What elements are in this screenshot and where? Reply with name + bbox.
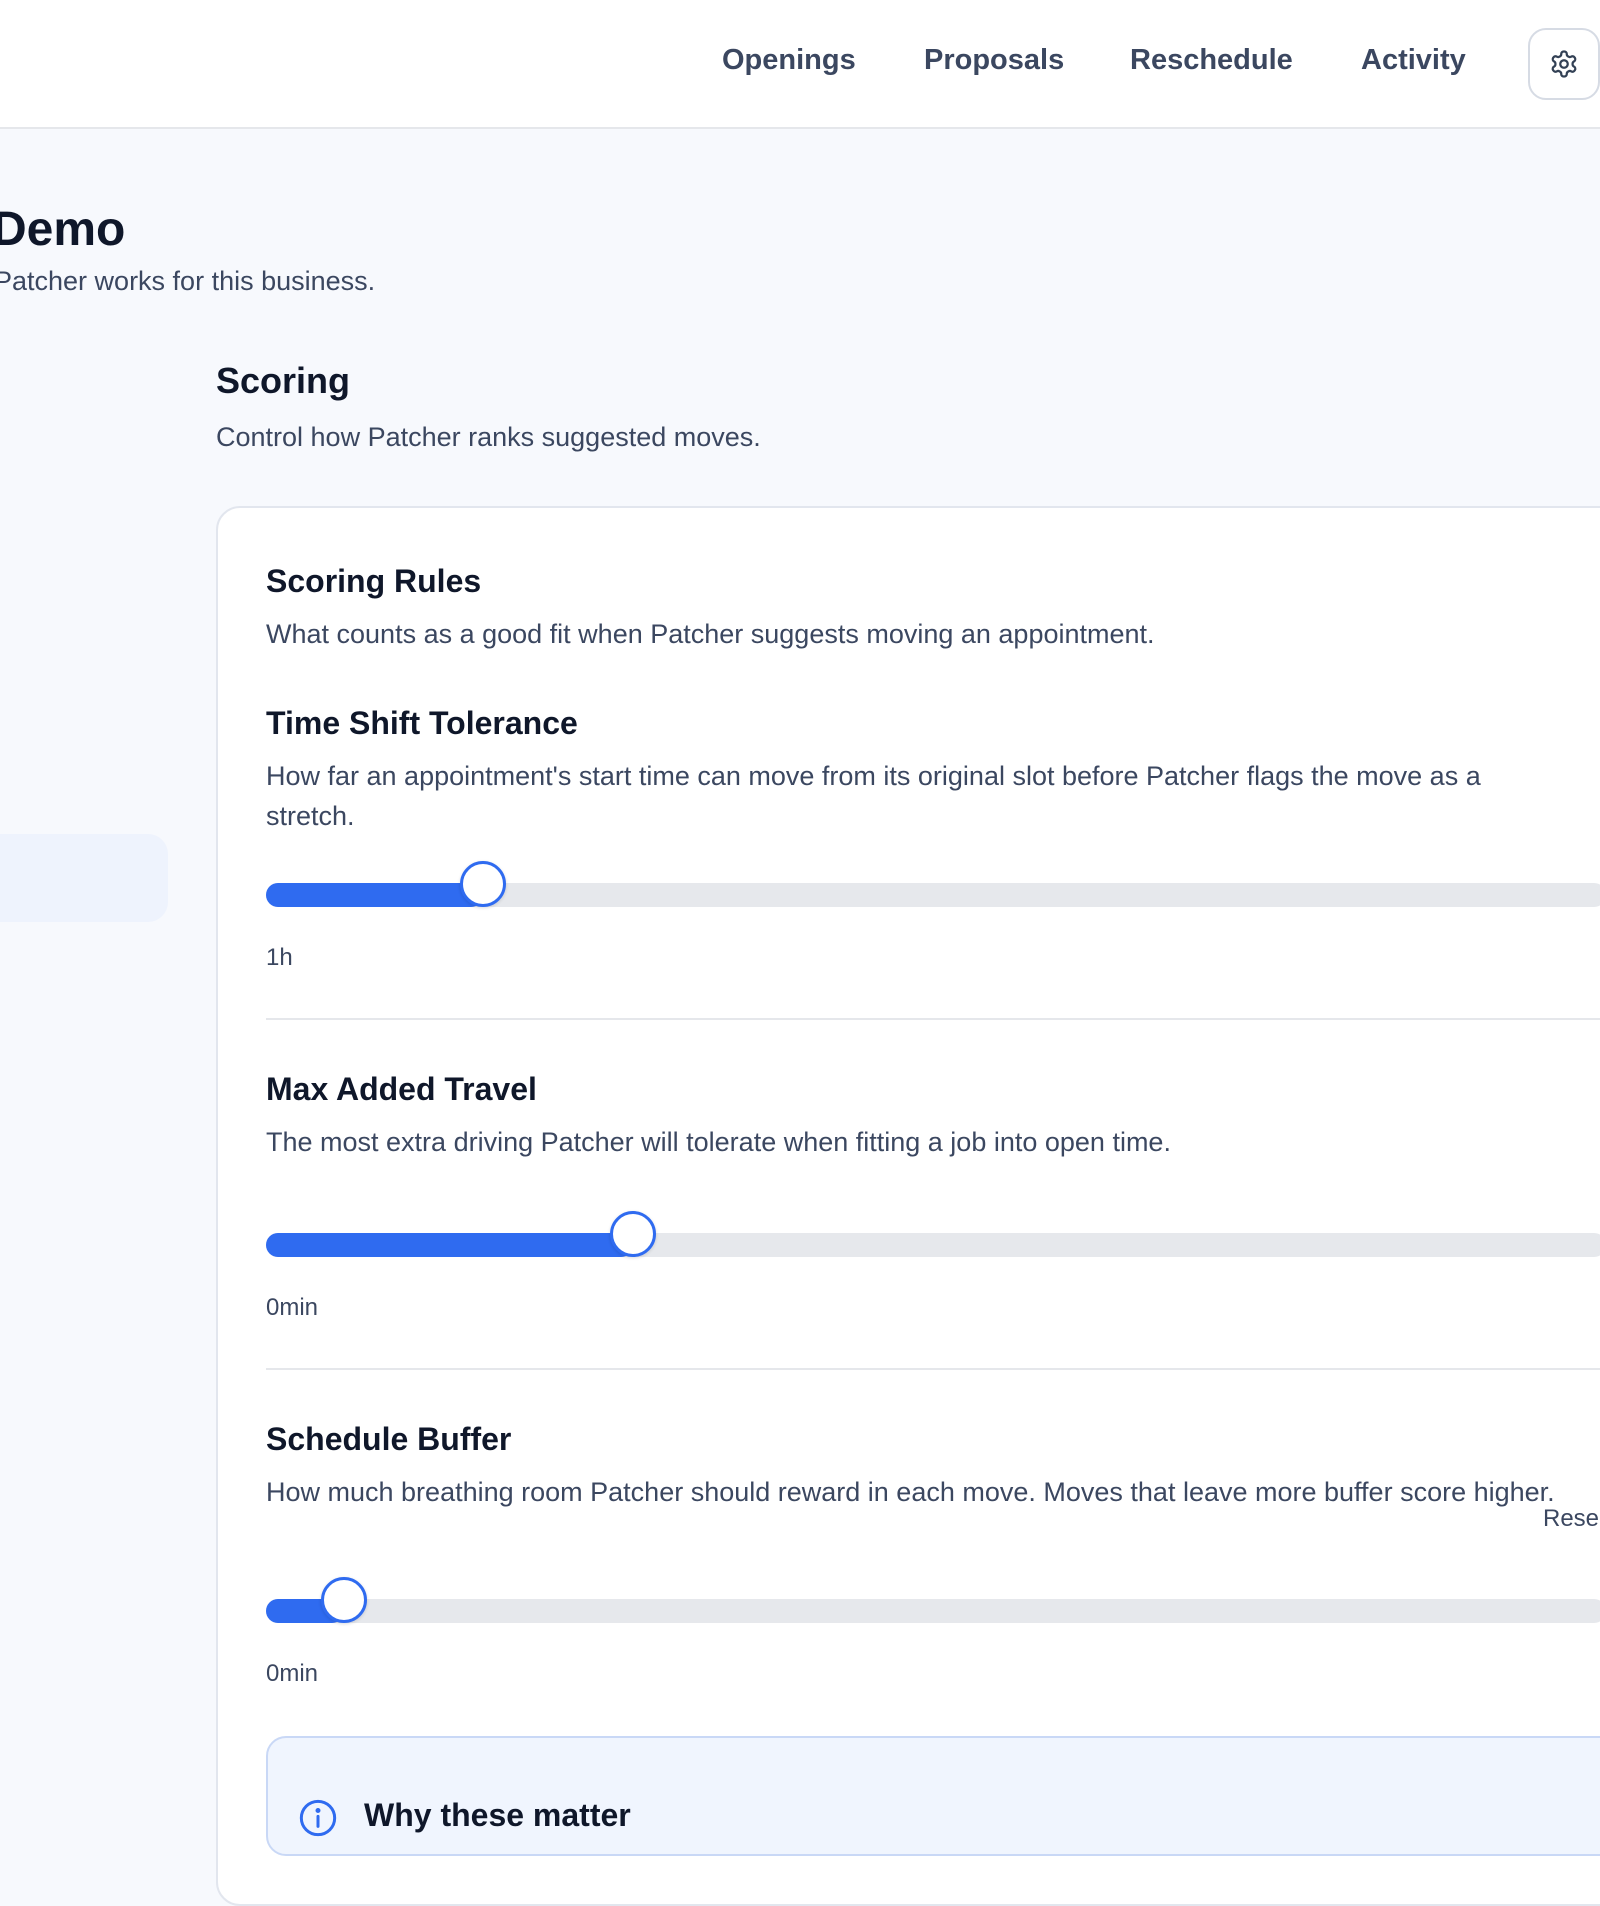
- max-added-travel-value: 0min: [266, 1294, 319, 1321]
- reset-button[interactable]: Rese: [1543, 1505, 1599, 1533]
- time-shift-tolerance-slider[interactable]: [266, 861, 1600, 907]
- slider-thumb[interactable]: [610, 1211, 657, 1257]
- schedule-buffer-description: How much breathing room Patcher should r…: [266, 1477, 1555, 1507]
- time-shift-tolerance-description: How far an appointment's start time can …: [266, 761, 1481, 831]
- sidebar-active-item[interactable]: [0, 834, 168, 922]
- slider-fill: [266, 1233, 634, 1257]
- schedule-buffer-title: Schedule Buffer: [266, 1421, 512, 1457]
- info-icon: [299, 1799, 337, 1837]
- nav-activity[interactable]: Activity: [1361, 44, 1466, 77]
- schedule-buffer-value: 0min: [266, 1660, 319, 1687]
- page-title: Demo: [0, 203, 126, 256]
- gear-icon: [1551, 50, 1577, 78]
- schedule-buffer-slider[interactable]: [266, 1577, 1600, 1623]
- max-added-travel-description: The most extra driving Patcher will tole…: [266, 1127, 1171, 1157]
- slider-track: [266, 1599, 1600, 1623]
- page-subtitle: Patcher works for this business.: [0, 266, 376, 296]
- max-added-travel-slider[interactable]: [266, 1211, 1600, 1257]
- why-these-matter-box: [266, 1736, 1600, 1856]
- max-added-travel-title: Max Added Travel: [266, 1071, 537, 1107]
- divider: [266, 1018, 1600, 1020]
- section-description: Control how Patcher ranks suggested move…: [216, 422, 761, 452]
- nav-reschedule[interactable]: Reschedule: [1130, 44, 1293, 77]
- slider-thumb[interactable]: [460, 861, 507, 907]
- slider-fill: [266, 883, 484, 907]
- settings-button[interactable]: [1528, 28, 1600, 100]
- divider: [266, 1368, 1600, 1370]
- time-shift-tolerance-value: 1h: [266, 944, 293, 971]
- time-shift-tolerance-title: Time Shift Tolerance: [266, 705, 578, 741]
- card-description: What counts as a good fit when Patcher s…: [266, 619, 1155, 649]
- nav-proposals[interactable]: Proposals: [924, 44, 1064, 77]
- slider-thumb[interactable]: [320, 1577, 367, 1623]
- section-title: Scoring: [216, 360, 351, 401]
- nav-openings[interactable]: Openings: [722, 44, 856, 77]
- top-navigation-bar: Openings Proposals Reschedule Activity: [0, 0, 1600, 129]
- info-box-title: Why these matter: [364, 1797, 631, 1833]
- card-title: Scoring Rules: [266, 563, 482, 599]
